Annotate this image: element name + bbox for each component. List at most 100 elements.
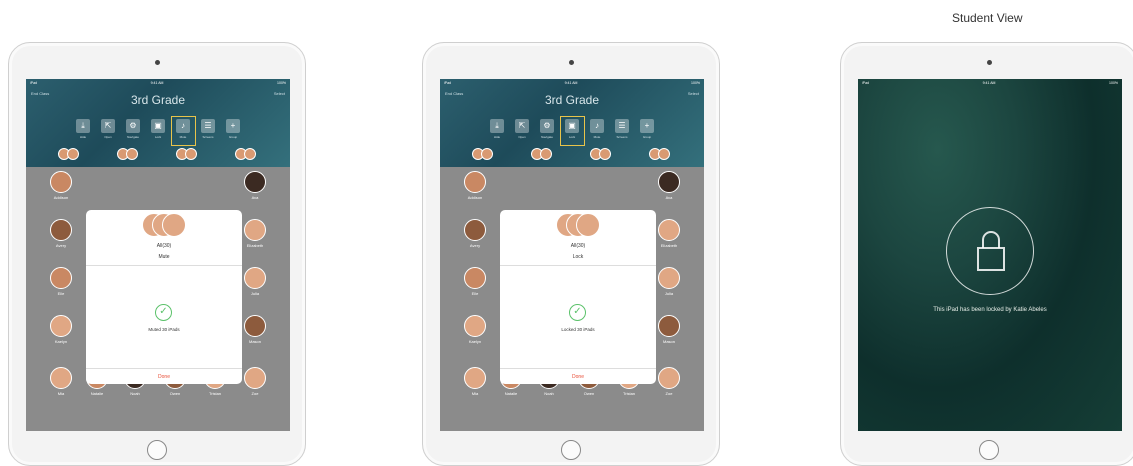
action-popover: All(30) Mute ✓ Muted 30 iPads Done <box>86 210 242 384</box>
tool-hide[interactable]: ⤓ Hide <box>488 119 507 143</box>
student-tile[interactable]: Julia <box>651 267 687 307</box>
student-tile[interactable]: Mia <box>457 367 493 407</box>
tool-lock[interactable]: ▣ Lock <box>149 119 168 143</box>
tool-screens[interactable]: ☰ Screens <box>199 119 218 143</box>
tool-lock[interactable]: ▣ Lock <box>559 116 585 146</box>
status-bar: iPad 9:41 AM 100% <box>26 79 290 87</box>
student-avatar <box>50 267 72 289</box>
tool-icon: + <box>226 119 240 133</box>
tool-navigate[interactable]: ⚙ Navigate <box>538 119 557 143</box>
done-button[interactable]: Done <box>500 368 656 384</box>
student-avatar <box>50 219 72 241</box>
group-avatar[interactable] <box>116 148 141 164</box>
student-tile[interactable]: Avery <box>457 219 493 259</box>
tool-group[interactable]: + Group <box>224 119 243 143</box>
tool-icon: ☰ <box>615 119 629 133</box>
student-name: Owen <box>583 391 595 396</box>
tool-label: Hide <box>79 135 87 139</box>
tool-mute[interactable]: ♪ Mute <box>170 116 196 146</box>
tool-screens[interactable]: ☰ Screens <box>613 119 632 143</box>
student-name: Noah <box>130 391 140 396</box>
student-avatar <box>50 315 72 337</box>
student-tile[interactable]: Mia <box>43 367 79 407</box>
student-tile[interactable]: Mason <box>237 315 273 355</box>
tool-open[interactable]: ⇱ Open <box>513 119 532 143</box>
student-name: Avery <box>55 243 67 248</box>
group-row <box>440 148 704 164</box>
student-name: Tristan <box>208 391 222 396</box>
tool-group[interactable]: + Group <box>638 119 657 143</box>
tool-icon: ⇱ <box>101 119 115 133</box>
tool-label: Screens <box>202 135 214 139</box>
student-tile[interactable]: Avery <box>43 219 79 259</box>
student-tile[interactable]: Zoe <box>651 367 687 407</box>
tool-label: Group <box>228 135 238 139</box>
student-tile[interactable]: Julia <box>237 267 273 307</box>
student-tile[interactable]: Elle <box>43 267 79 307</box>
student-name: Natalie <box>504 391 518 396</box>
ipad-teacher-lock: iPad 9:41 AM 100% End Class Select 3rd G… <box>422 42 720 466</box>
tool-icon: ⤓ <box>490 119 504 133</box>
student-tile[interactable]: Ava <box>651 171 687 211</box>
class-title: 3rd Grade <box>130 93 186 107</box>
home-button[interactable] <box>561 440 581 460</box>
tool-hide[interactable]: ⤓ Hide <box>74 119 93 143</box>
student-avatar <box>50 171 72 193</box>
action-popover: All(30) Lock ✓ Locked 30 iPads Done <box>500 210 656 384</box>
camera <box>155 60 160 65</box>
student-name: Elizabeth <box>246 243 264 248</box>
student-avatar <box>244 267 266 289</box>
tool-label: Lock <box>568 135 576 139</box>
lock-ring <box>946 207 1034 295</box>
status-battery: 100% <box>277 81 286 85</box>
student-tile[interactable]: Elizabeth <box>237 219 273 259</box>
group-row <box>26 148 290 164</box>
group-avatar[interactable] <box>471 148 496 164</box>
student-tile[interactable]: Ava <box>237 171 273 211</box>
ipad-teacher-mute: iPad 9:41 AM 100% End Class Select 3rd G… <box>8 42 306 466</box>
group-avatar[interactable] <box>175 148 200 164</box>
student-name: Avery <box>469 243 481 248</box>
student-name: Mason <box>248 339 261 344</box>
student-name: Zoe <box>665 391 673 396</box>
student-avatar <box>464 171 486 193</box>
student-tile[interactable]: Addison <box>43 171 79 211</box>
done-button[interactable]: Done <box>86 368 242 384</box>
student-tile[interactable]: Zoe <box>237 367 273 407</box>
status-device: iPad <box>862 81 870 85</box>
student-avatar <box>658 267 680 289</box>
status-time: 9:41 AM <box>150 81 164 85</box>
group-avatar[interactable] <box>648 148 673 164</box>
tool-navigate[interactable]: ⚙ Navigate <box>124 119 143 143</box>
student-tile[interactable]: Mason <box>651 315 687 355</box>
student-avatar <box>658 315 680 337</box>
student-name: Mia <box>471 391 479 396</box>
student-tile[interactable]: Elle <box>457 267 493 307</box>
student-tile[interactable]: Kaelyn <box>43 315 79 355</box>
student-avatar <box>464 367 486 389</box>
tool-icon: ▣ <box>565 119 579 133</box>
stage: Student View iPad 9:41 AM 100% End Class… <box>0 0 1133 466</box>
group-avatar[interactable] <box>57 148 82 164</box>
group-avatar[interactable] <box>530 148 555 164</box>
student-avatar <box>658 219 680 241</box>
group-avatar[interactable] <box>234 148 259 164</box>
tool-open[interactable]: ⇱ Open <box>99 119 118 143</box>
group-avatar[interactable] <box>589 148 614 164</box>
tool-mute[interactable]: ♪ Mute <box>588 119 607 143</box>
home-button[interactable] <box>147 440 167 460</box>
status-bar: iPad 9:41 AM 100% <box>858 79 1122 87</box>
student-tile[interactable]: Kaelyn <box>457 315 493 355</box>
student-tile[interactable]: Addison <box>457 171 493 211</box>
tool-icon: ♪ <box>590 119 604 133</box>
student-avatar <box>50 367 72 389</box>
tool-icon: ⚙ <box>540 119 554 133</box>
selection-count: All(30) <box>570 243 586 249</box>
home-button[interactable] <box>979 440 999 460</box>
tool-label: Screens <box>616 135 628 139</box>
tool-icon: ⇱ <box>515 119 529 133</box>
camera <box>987 60 992 65</box>
student-tile[interactable]: Elizabeth <box>651 219 687 259</box>
student-name: Addison <box>467 195 483 200</box>
student-name: Natalie <box>90 391 104 396</box>
